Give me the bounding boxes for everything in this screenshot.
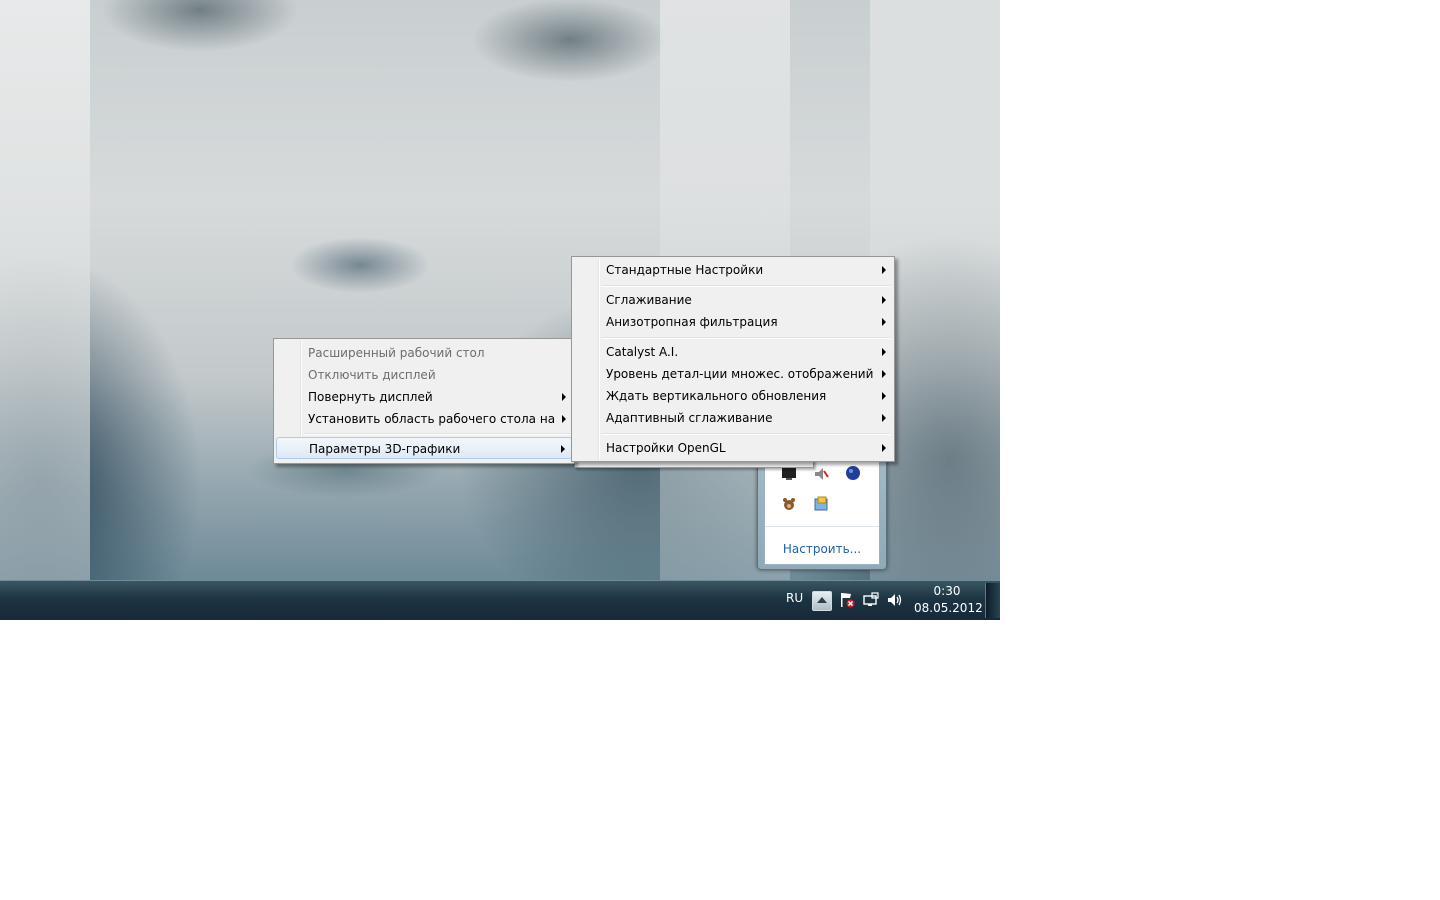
show-desktop-button[interactable]	[985, 583, 1000, 618]
submenu-arrow-icon	[561, 445, 565, 453]
language-indicator[interactable]: RU	[786, 591, 803, 605]
globe-tray-icon[interactable]	[845, 465, 861, 481]
menu-item-catalyst-ai[interactable]: Catalyst A.I.	[574, 341, 892, 363]
menu-item-opengl-settings[interactable]: Настройки OpenGL	[574, 437, 892, 459]
wallpaper-hair-left	[0, 0, 90, 580]
submenu-arrow-icon	[882, 296, 886, 304]
submenu-arrow-icon	[882, 392, 886, 400]
update-tray-icon[interactable]	[813, 496, 829, 512]
menu-item-extended-desktop: Расширенный рабочий стол	[308, 346, 485, 360]
volume-icon[interactable]	[886, 591, 904, 609]
clock-date[interactable]: 08.05.2012	[914, 601, 983, 615]
submenu-arrow-icon	[882, 348, 886, 356]
show-hidden-icons-button[interactable]	[812, 591, 832, 611]
submenu-arrow-icon	[882, 370, 886, 378]
display-tray-icon[interactable]	[781, 466, 797, 482]
menu-item-mipmap-detail-level[interactable]: Уровень детал-ции множес. отображений	[574, 363, 892, 385]
menu-item-3d-graphics-settings[interactable]: Параметры 3D-графики	[276, 437, 572, 459]
submenu-arrow-icon	[882, 444, 886, 452]
submenu-arrow-icon	[882, 318, 886, 326]
clock-time[interactable]: 0:30	[920, 584, 974, 598]
bear-tray-icon[interactable]	[781, 496, 797, 512]
menu-item-standard-settings[interactable]: Стандартные Настройки	[574, 259, 892, 281]
menu-item-rotate-display[interactable]: Повернуть дисплей	[276, 386, 572, 408]
3d-graphics-submenu: Стандартные Настройки Сглаживание Анизот…	[571, 256, 895, 462]
tray-overflow-divider	[765, 526, 879, 527]
display-context-menu: Расширенный рабочий стол Отключить диспл…	[273, 338, 575, 464]
tray-customize-link[interactable]: Настроить...	[765, 542, 879, 556]
speaker-muted-tray-icon[interactable]	[813, 466, 829, 482]
action-center-flag-icon[interactable]	[838, 591, 856, 609]
submenu-arrow-icon	[562, 415, 566, 423]
menu-item-disable-display: Отключить дисплей	[308, 368, 436, 382]
menu-item-set-desktop-area[interactable]: Установить область рабочего стола на	[276, 408, 572, 430]
menu-separator	[304, 433, 570, 435]
network-icon[interactable]	[862, 591, 880, 609]
submenu-arrow-icon	[882, 414, 886, 422]
menu-separator	[602, 337, 890, 339]
menu-item-anisotropic-filtering[interactable]: Анизотропная фильтрация	[574, 311, 892, 333]
submenu-arrow-icon	[562, 393, 566, 401]
menu-separator	[602, 433, 890, 435]
menu-item-adaptive-antialiasing[interactable]: Адаптивный сглаживание	[574, 407, 892, 429]
menu-item-antialiasing[interactable]: Сглаживание	[574, 289, 892, 311]
menu-separator	[602, 285, 890, 287]
taskbar: RU 0:30 08.05.2012	[0, 580, 1000, 620]
submenu-arrow-icon	[882, 266, 886, 274]
menu-item-wait-vertical-refresh[interactable]: Ждать вертикального обновления	[574, 385, 892, 407]
